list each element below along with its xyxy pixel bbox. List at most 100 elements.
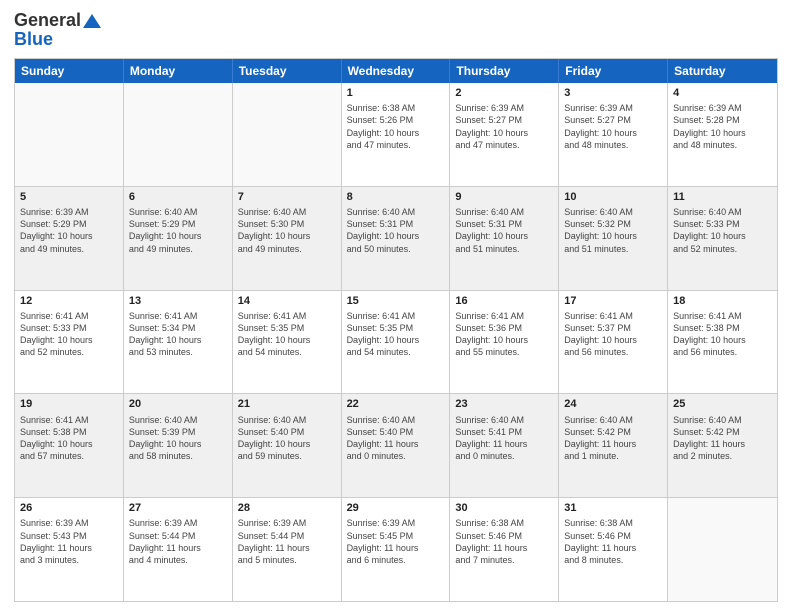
day-cell xyxy=(233,83,342,186)
day-cell: 5 Sunrise: 6:39 AM Sunset: 5:29 PM Daylig… xyxy=(15,187,124,290)
day-number: 17 xyxy=(564,294,662,308)
day-number: 29 xyxy=(347,501,445,515)
day-cell: 28 Sunrise: 6:39 AM Sunset: 5:44 PM Dayli… xyxy=(233,498,342,601)
day-number: 5 xyxy=(20,190,118,204)
day-cell: 29 Sunrise: 6:39 AM Sunset: 5:45 PM Dayli… xyxy=(342,498,451,601)
day-number: 20 xyxy=(129,397,227,411)
day-cell: 22 Sunrise: 6:40 AM Sunset: 5:40 PM Dayli… xyxy=(342,394,451,497)
day-number: 2 xyxy=(455,86,553,100)
day-info: Sunrise: 6:40 AM Sunset: 5:31 PM Dayligh… xyxy=(347,206,445,255)
day-cell: 23 Sunrise: 6:40 AM Sunset: 5:41 PM Dayli… xyxy=(450,394,559,497)
week-row-1: 1 Sunrise: 6:38 AM Sunset: 5:26 PM Daylig… xyxy=(15,83,777,187)
day-info: Sunrise: 6:40 AM Sunset: 5:32 PM Dayligh… xyxy=(564,206,662,255)
day-number: 1 xyxy=(347,86,445,100)
day-info: Sunrise: 6:41 AM Sunset: 5:35 PM Dayligh… xyxy=(238,310,336,359)
day-info: Sunrise: 6:39 AM Sunset: 5:29 PM Dayligh… xyxy=(20,206,118,255)
day-cell: 14Sunrise: 6:41 AM Sunset: 5:35 PM Dayli… xyxy=(233,291,342,394)
day-cell: 21Sunrise: 6:40 AM Sunset: 5:40 PM Dayli… xyxy=(233,394,342,497)
day-info: Sunrise: 6:38 AM Sunset: 5:26 PM Dayligh… xyxy=(347,102,445,151)
day-header-tuesday: Tuesday xyxy=(233,59,342,83)
day-number: 12 xyxy=(20,294,118,308)
day-headers-row: SundayMondayTuesdayWednesdayThursdayFrid… xyxy=(15,59,777,83)
week-row-4: 19 Sunrise: 6:41 AM Sunset: 5:38 PM Dayli… xyxy=(15,394,777,498)
day-number: 9 xyxy=(455,190,553,204)
weeks-container: 1 Sunrise: 6:38 AM Sunset: 5:26 PM Daylig… xyxy=(15,83,777,601)
day-info: Sunrise: 6:39 AM Sunset: 5:44 PM Dayligh… xyxy=(238,517,336,566)
day-info: Sunrise: 6:40 AM Sunset: 5:33 PM Dayligh… xyxy=(673,206,772,255)
day-cell: 3Sunrise: 6:39 AM Sunset: 5:27 PM Daylig… xyxy=(559,83,668,186)
calendar: SundayMondayTuesdayWednesdayThursdayFrid… xyxy=(14,58,778,602)
day-number: 16 xyxy=(455,294,553,308)
day-info: Sunrise: 6:40 AM Sunset: 5:31 PM Dayligh… xyxy=(455,206,553,255)
day-number: 11 xyxy=(673,190,772,204)
day-cell: 8 Sunrise: 6:40 AM Sunset: 5:31 PM Daylig… xyxy=(342,187,451,290)
day-cell: 9 Sunrise: 6:40 AM Sunset: 5:31 PM Daylig… xyxy=(450,187,559,290)
day-header-wednesday: Wednesday xyxy=(342,59,451,83)
day-info: Sunrise: 6:40 AM Sunset: 5:42 PM Dayligh… xyxy=(564,414,662,463)
day-cell: 25 Sunrise: 6:40 AM Sunset: 5:42 PM Dayli… xyxy=(668,394,777,497)
day-cell: 20 Sunrise: 6:40 AM Sunset: 5:39 PM Dayli… xyxy=(124,394,233,497)
day-number: 10 xyxy=(564,190,662,204)
week-row-5: 26Sunrise: 6:39 AM Sunset: 5:43 PM Dayli… xyxy=(15,498,777,601)
logo-general-text: General xyxy=(14,10,81,31)
day-cell: 27Sunrise: 6:39 AM Sunset: 5:44 PM Dayli… xyxy=(124,498,233,601)
day-header-sunday: Sunday xyxy=(15,59,124,83)
day-info: Sunrise: 6:39 AM Sunset: 5:44 PM Dayligh… xyxy=(129,517,227,566)
day-info: Sunrise: 6:38 AM Sunset: 5:46 PM Dayligh… xyxy=(564,517,662,566)
day-number: 19 xyxy=(20,397,118,411)
day-info: Sunrise: 6:41 AM Sunset: 5:34 PM Dayligh… xyxy=(129,310,227,359)
header: General Blue xyxy=(14,10,778,50)
day-number: 25 xyxy=(673,397,772,411)
logo: General Blue xyxy=(14,10,102,50)
day-info: Sunrise: 6:40 AM Sunset: 5:42 PM Dayligh… xyxy=(673,414,772,463)
day-number: 4 xyxy=(673,86,772,100)
day-info: Sunrise: 6:41 AM Sunset: 5:38 PM Dayligh… xyxy=(673,310,772,359)
day-info: Sunrise: 6:41 AM Sunset: 5:36 PM Dayligh… xyxy=(455,310,553,359)
day-number: 24 xyxy=(564,397,662,411)
day-cell: 17Sunrise: 6:41 AM Sunset: 5:37 PM Dayli… xyxy=(559,291,668,394)
day-info: Sunrise: 6:40 AM Sunset: 5:41 PM Dayligh… xyxy=(455,414,553,463)
logo-triangle-icon xyxy=(82,13,102,29)
day-header-thursday: Thursday xyxy=(450,59,559,83)
day-cell xyxy=(15,83,124,186)
day-cell: 2Sunrise: 6:39 AM Sunset: 5:27 PM Daylig… xyxy=(450,83,559,186)
day-info: Sunrise: 6:40 AM Sunset: 5:29 PM Dayligh… xyxy=(129,206,227,255)
day-number: 8 xyxy=(347,190,445,204)
day-info: Sunrise: 6:38 AM Sunset: 5:46 PM Dayligh… xyxy=(455,517,553,566)
day-cell: 18 Sunrise: 6:41 AM Sunset: 5:38 PM Dayli… xyxy=(668,291,777,394)
day-cell: 1 Sunrise: 6:38 AM Sunset: 5:26 PM Daylig… xyxy=(342,83,451,186)
day-number: 28 xyxy=(238,501,336,515)
day-number: 26 xyxy=(20,501,118,515)
day-info: Sunrise: 6:39 AM Sunset: 5:45 PM Dayligh… xyxy=(347,517,445,566)
day-info: Sunrise: 6:39 AM Sunset: 5:28 PM Dayligh… xyxy=(673,102,772,151)
day-cell xyxy=(668,498,777,601)
week-row-2: 5 Sunrise: 6:39 AM Sunset: 5:29 PM Daylig… xyxy=(15,187,777,291)
day-cell: 30Sunrise: 6:38 AM Sunset: 5:46 PM Dayli… xyxy=(450,498,559,601)
day-cell: 4 Sunrise: 6:39 AM Sunset: 5:28 PM Daylig… xyxy=(668,83,777,186)
day-info: Sunrise: 6:41 AM Sunset: 5:38 PM Dayligh… xyxy=(20,414,118,463)
day-cell: 26Sunrise: 6:39 AM Sunset: 5:43 PM Dayli… xyxy=(15,498,124,601)
day-info: Sunrise: 6:41 AM Sunset: 5:35 PM Dayligh… xyxy=(347,310,445,359)
logo-blue-text: Blue xyxy=(14,29,53,49)
day-info: Sunrise: 6:40 AM Sunset: 5:40 PM Dayligh… xyxy=(347,414,445,463)
day-header-friday: Friday xyxy=(559,59,668,83)
day-header-monday: Monday xyxy=(124,59,233,83)
day-info: Sunrise: 6:40 AM Sunset: 5:30 PM Dayligh… xyxy=(238,206,336,255)
day-header-saturday: Saturday xyxy=(668,59,777,83)
day-number: 22 xyxy=(347,397,445,411)
day-cell: 31Sunrise: 6:38 AM Sunset: 5:46 PM Dayli… xyxy=(559,498,668,601)
day-number: 15 xyxy=(347,294,445,308)
day-cell: 16 Sunrise: 6:41 AM Sunset: 5:36 PM Dayli… xyxy=(450,291,559,394)
day-number: 21 xyxy=(238,397,336,411)
day-info: Sunrise: 6:40 AM Sunset: 5:39 PM Dayligh… xyxy=(129,414,227,463)
day-cell: 11 Sunrise: 6:40 AM Sunset: 5:33 PM Dayli… xyxy=(668,187,777,290)
day-number: 18 xyxy=(673,294,772,308)
day-cell: 6Sunrise: 6:40 AM Sunset: 5:29 PM Daylig… xyxy=(124,187,233,290)
page: General Blue SundayMondayTuesdayWednesda… xyxy=(0,0,792,612)
day-number: 7 xyxy=(238,190,336,204)
day-cell: 15 Sunrise: 6:41 AM Sunset: 5:35 PM Dayli… xyxy=(342,291,451,394)
day-cell: 10 Sunrise: 6:40 AM Sunset: 5:32 PM Dayli… xyxy=(559,187,668,290)
day-cell xyxy=(124,83,233,186)
day-cell: 7 Sunrise: 6:40 AM Sunset: 5:30 PM Daylig… xyxy=(233,187,342,290)
day-number: 23 xyxy=(455,397,553,411)
